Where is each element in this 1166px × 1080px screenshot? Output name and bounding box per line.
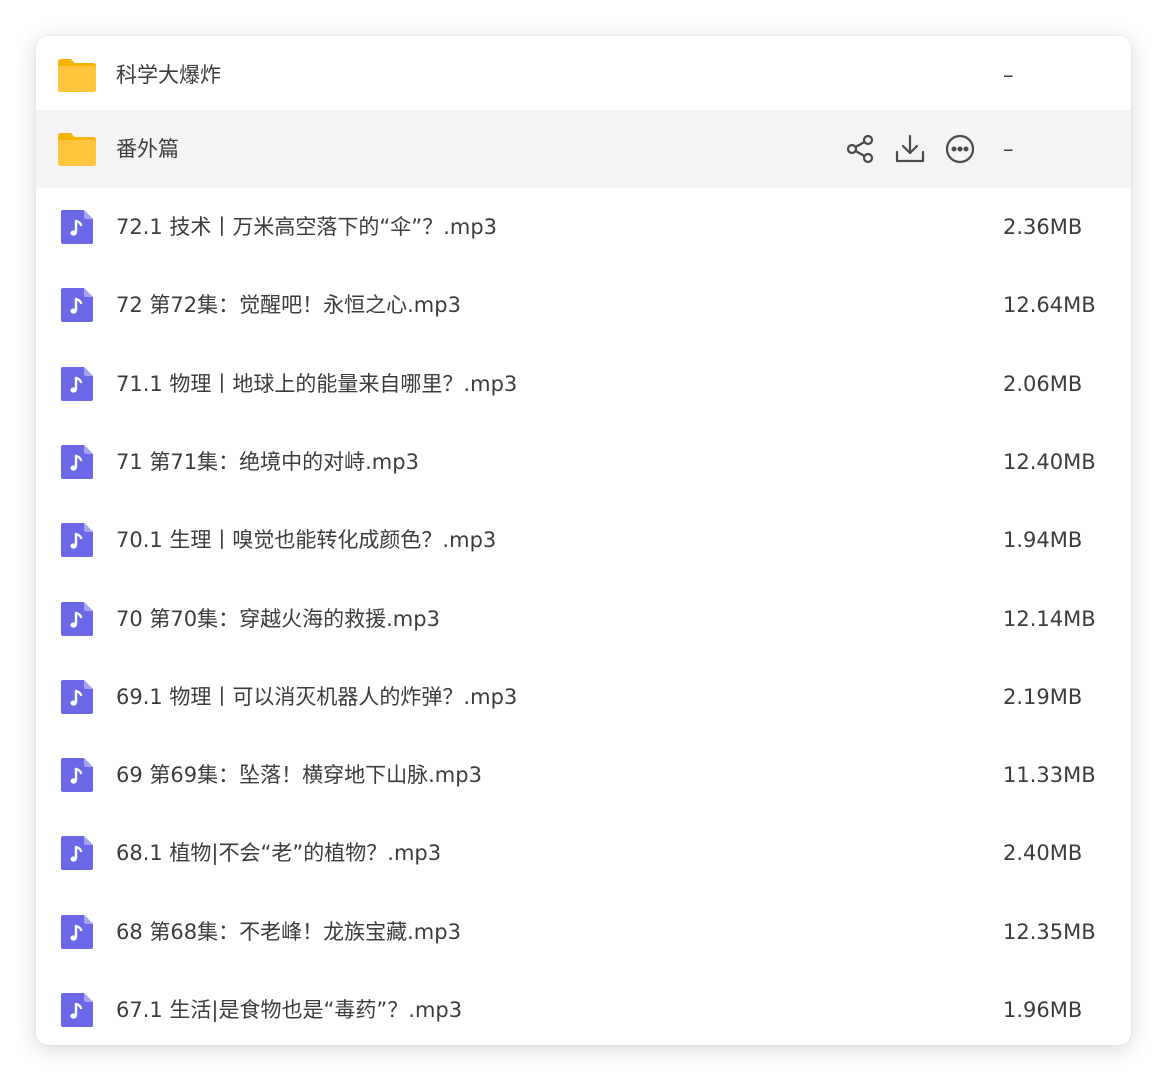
- row-actions: [842, 132, 978, 166]
- file-size: 11.33MB: [1003, 763, 1096, 787]
- file-name: 71 第71集：绝境中的对峙.mp3: [116, 450, 419, 474]
- file-row[interactable]: 67.1 生活|是食物也是“毒药”？.mp3 1.96MB: [36, 971, 1131, 1045]
- file-row[interactable]: 69 第69集：坠落！横穿地下山脉.mp3 11.33MB: [36, 736, 1131, 814]
- download-button[interactable]: [892, 132, 928, 166]
- file-name: 69 第69集：坠落！横穿地下山脉.mp3: [116, 763, 482, 787]
- audio-file-icon: [61, 602, 93, 636]
- audio-file-icon: [61, 523, 93, 557]
- file-name: 68 第68集：不老峰！龙族宝藏.mp3: [116, 920, 461, 944]
- file-name: 71.1 物理丨地球上的能量来自哪里？.mp3: [116, 372, 518, 396]
- file-row[interactable]: 68.1 植物|不会“老”的植物？.mp3 2.40MB: [36, 814, 1131, 892]
- file-row[interactable]: 70.1 生理丨嗅觉也能转化成颜色？.mp3 1.94MB: [36, 501, 1131, 579]
- file-name: 67.1 生活|是食物也是“毒药”？.mp3: [116, 998, 463, 1022]
- file-size: 2.19MB: [1003, 685, 1083, 709]
- audio-file-icon: [61, 680, 93, 714]
- folder-icon: [58, 59, 96, 92]
- file-name: 69.1 物理丨可以消灭机器人的炸弹？.mp3: [116, 685, 518, 709]
- file-row[interactable]: 68 第68集：不老峰！龙族宝藏.mp3 12.35MB: [36, 893, 1131, 971]
- file-name: 68.1 植物|不会“老”的植物？.mp3: [116, 841, 442, 865]
- folder-name: 番外篇: [116, 137, 179, 161]
- folder-icon: [58, 133, 96, 166]
- file-size: 1.96MB: [1003, 998, 1083, 1022]
- file-list-panel: 科学大爆炸 – 番外篇 – 72.1 技术丨万米高空落下的“伞”？.mp3 2.…: [36, 36, 1131, 1045]
- file-name: 72 第72集：觉醒吧！永恒之心.mp3: [116, 293, 461, 317]
- file-size: 12.40MB: [1003, 450, 1096, 474]
- file-size: 1.94MB: [1003, 528, 1083, 552]
- file-row[interactable]: 72.1 技术丨万米高空落下的“伞”？.mp3 2.36MB: [36, 188, 1131, 266]
- download-icon: [895, 134, 925, 163]
- file-row[interactable]: 70 第70集：穿越火海的救援.mp3 12.14MB: [36, 580, 1131, 658]
- file-size: 2.06MB: [1003, 372, 1083, 396]
- audio-file-icon: [61, 836, 93, 870]
- more-icon: [945, 134, 975, 164]
- audio-file-icon: [61, 758, 93, 792]
- file-name: 72.1 技术丨万米高空落下的“伞”？.mp3: [116, 215, 498, 239]
- file-name: 70.1 生理丨嗅觉也能转化成颜色？.mp3: [116, 528, 497, 552]
- more-button[interactable]: [942, 132, 978, 166]
- folder-size: –: [1003, 63, 1014, 87]
- audio-file-icon: [61, 445, 93, 479]
- audio-file-icon: [61, 288, 93, 322]
- share-button[interactable]: [842, 132, 878, 166]
- folder-row[interactable]: 番外篇 –: [36, 110, 1131, 188]
- file-size: 12.14MB: [1003, 607, 1096, 631]
- audio-file-icon: [61, 367, 93, 401]
- file-size: 2.36MB: [1003, 215, 1083, 239]
- folder-row[interactable]: 科学大爆炸 –: [36, 36, 1131, 114]
- file-row[interactable]: 71 第71集：绝境中的对峙.mp3 12.40MB: [36, 423, 1131, 501]
- file-size: 12.64MB: [1003, 293, 1096, 317]
- file-size: 2.40MB: [1003, 841, 1083, 865]
- folder-name: 科学大爆炸: [116, 63, 221, 87]
- file-row[interactable]: 72 第72集：觉醒吧！永恒之心.mp3 12.64MB: [36, 266, 1131, 344]
- share-icon: [846, 134, 874, 164]
- audio-file-icon: [61, 993, 93, 1027]
- file-name: 70 第70集：穿越火海的救援.mp3: [116, 607, 440, 631]
- file-row[interactable]: 69.1 物理丨可以消灭机器人的炸弹？.mp3 2.19MB: [36, 658, 1131, 736]
- audio-file-icon: [61, 915, 93, 949]
- file-size: 12.35MB: [1003, 920, 1096, 944]
- file-row[interactable]: 71.1 物理丨地球上的能量来自哪里？.mp3 2.06MB: [36, 345, 1131, 423]
- folder-size: –: [1003, 137, 1014, 161]
- audio-file-icon: [61, 210, 93, 244]
